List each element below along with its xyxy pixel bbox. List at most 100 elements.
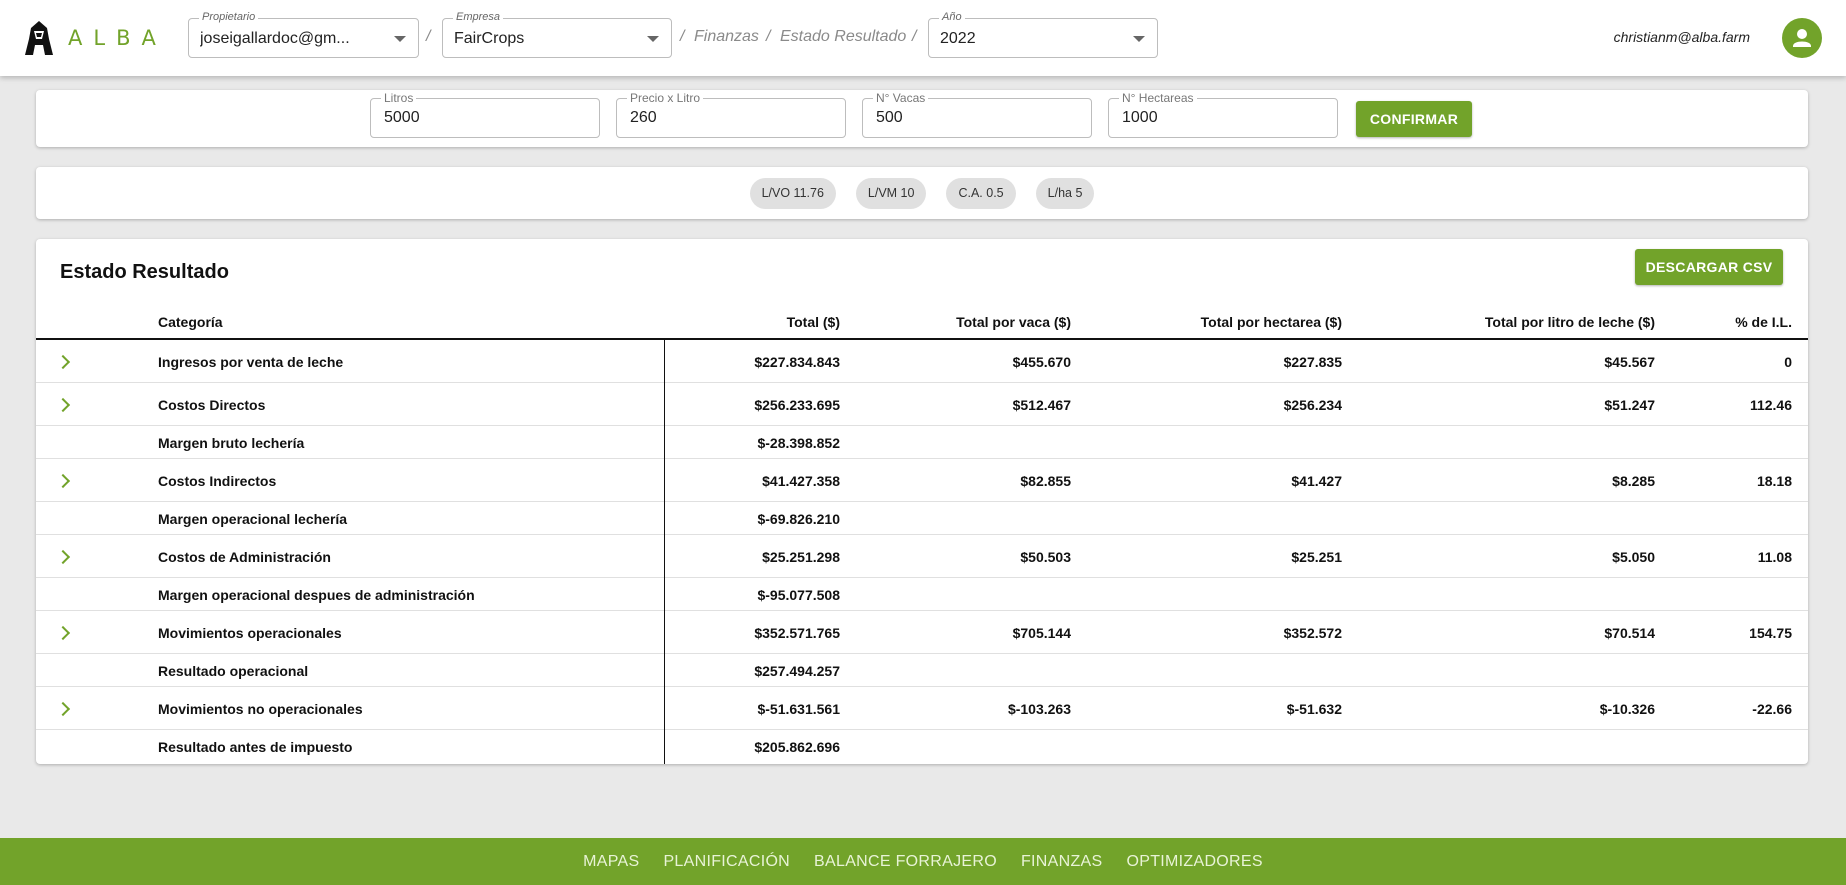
cows-label: N° Vacas xyxy=(873,91,929,105)
column-header-total-por-vaca[interactable]: Total por vaca ($) xyxy=(956,314,1071,330)
company-select-value: FairCrops xyxy=(454,30,525,47)
row-category: Movimientos no operacionales xyxy=(158,701,363,717)
row-per-cow: $50.503 xyxy=(1020,549,1071,565)
alba-logo[interactable]: ALBA xyxy=(22,18,167,58)
row-per-liter: $-10.326 xyxy=(1599,701,1655,717)
income-statement-card: Estado Resultado DESCARGAR CSV Categoría… xyxy=(36,239,1808,764)
liters-field[interactable]: Litros 5000 xyxy=(370,91,600,138)
row-category: Resultado operacional xyxy=(158,663,309,679)
year-select[interactable]: Año 2022 xyxy=(928,11,1158,58)
expand-chevron-icon[interactable] xyxy=(55,549,71,565)
row-category: Margen bruto lechería xyxy=(158,435,305,451)
row-pct: 112.46 xyxy=(1749,397,1792,413)
breadcrumb-estado-resultado[interactable]: Estado Resultado xyxy=(780,28,906,46)
row-per-hectare: $41.427 xyxy=(1291,473,1342,489)
price-per-liter-value: 260 xyxy=(630,109,657,126)
chevron-down-icon xyxy=(394,36,406,42)
year-select-value: 2022 xyxy=(940,30,976,47)
alba-logo-icon xyxy=(25,21,53,55)
row-category: Movimientos operacionales xyxy=(158,625,342,641)
user-email: christianm@alba.farm xyxy=(1613,29,1750,45)
row-per-cow: $82.855 xyxy=(1020,473,1071,489)
indicator-chip: L/VM 10 xyxy=(855,177,927,209)
row-per-cow: $705.144 xyxy=(1012,625,1071,641)
table-row[interactable]: Costos de Administración $25.251.298 $50… xyxy=(36,535,1808,578)
row-per-liter: $70.514 xyxy=(1604,625,1655,641)
owner-select-value: joseigallardoc@gm... xyxy=(200,30,350,47)
row-per-cow: $455.670 xyxy=(1012,354,1071,370)
row-total: $205.862.696 xyxy=(754,739,840,755)
row-pct: 11.08 xyxy=(1757,549,1792,565)
breadcrumb-finanzas[interactable]: Finanzas xyxy=(694,28,759,46)
row-total: $-28.398.852 xyxy=(757,435,840,451)
user-icon xyxy=(1793,29,1811,47)
row-per-liter: $51.247 xyxy=(1604,397,1655,413)
nav-finanzas[interactable]: FINANZAS xyxy=(1021,853,1103,871)
indicator-chip: C.A. 0.5 xyxy=(946,177,1016,209)
hectares-label: N° Hectareas xyxy=(1119,91,1197,105)
owner-select[interactable]: Propietario joseigallardoc@gm... xyxy=(188,11,419,58)
table-row[interactable]: Costos Directos $256.233.695 $512.467 $2… xyxy=(36,383,1808,426)
company-select[interactable]: Empresa FairCrops xyxy=(442,11,672,58)
year-select-label: Año xyxy=(939,11,965,23)
column-header-pct-il[interactable]: % de I.L. xyxy=(1735,314,1792,330)
table-row: Margen bruto lechería $-28.398.852 xyxy=(36,426,1808,459)
row-total: $-51.631.561 xyxy=(757,701,840,717)
table-row: Margen operacional despues de administra… xyxy=(36,578,1808,611)
expand-chevron-icon[interactable] xyxy=(55,701,71,717)
table-row: Resultado operacional $257.494.257 xyxy=(36,654,1808,687)
row-per-hectare: $352.572 xyxy=(1283,625,1342,641)
row-per-liter: $45.567 xyxy=(1604,354,1655,370)
column-header-total-por-hectarea[interactable]: Total por hectarea ($) xyxy=(1201,314,1342,330)
expand-chevron-icon[interactable] xyxy=(55,625,71,641)
row-category: Costos Indirectos xyxy=(158,473,277,489)
row-category: Margen operacional despues de administra… xyxy=(158,587,475,603)
table-row[interactable]: Movimientos no operacionales $-51.631.56… xyxy=(36,687,1808,730)
confirm-button[interactable]: CONFIRMAR xyxy=(1356,101,1472,137)
liters-label: Litros xyxy=(381,91,417,105)
table-header: Categoría Total ($) Total por vaca ($) T… xyxy=(36,304,1808,340)
column-header-categoria[interactable]: Categoría xyxy=(158,314,223,330)
price-per-liter-field[interactable]: Precio x Litro 260 xyxy=(616,91,846,138)
price-per-liter-label: Precio x Litro xyxy=(627,91,704,105)
download-csv-button[interactable]: DESCARGAR CSV xyxy=(1635,249,1783,285)
breadcrumb-separator: / xyxy=(426,28,431,45)
row-per-liter: $5.050 xyxy=(1612,549,1655,565)
row-total: $-95.077.508 xyxy=(757,587,840,603)
hectares-value: 1000 xyxy=(1122,109,1158,126)
row-total: $41.427.358 xyxy=(762,473,840,489)
avatar[interactable] xyxy=(1782,18,1822,58)
bottom-navigation: MAPAS PLANIFICACIÓN BALANCE FORRAJERO FI… xyxy=(0,838,1846,885)
row-total: $352.571.765 xyxy=(754,625,840,641)
nav-balance-forrajero[interactable]: BALANCE FORRAJERO xyxy=(814,853,997,871)
table-row[interactable]: Ingresos por venta de leche $227.834.843… xyxy=(36,340,1808,383)
row-total: $256.233.695 xyxy=(754,397,840,413)
row-per-cow: $-103.263 xyxy=(1007,701,1071,717)
table-row[interactable]: Costos Indirectos $41.427.358 $82.855 $4… xyxy=(36,459,1808,502)
row-pct: 154.75 xyxy=(1749,625,1792,641)
column-header-total-por-litro[interactable]: Total por litro de leche ($) xyxy=(1485,314,1655,330)
hectares-field[interactable]: N° Hectareas 1000 xyxy=(1108,91,1338,138)
table-row: Resultado antes de impuesto $205.862.696 xyxy=(36,730,1808,764)
expand-chevron-icon[interactable] xyxy=(55,397,71,413)
expand-chevron-icon[interactable] xyxy=(55,473,71,489)
nav-planificacion[interactable]: PLANIFICACIÓN xyxy=(663,853,790,871)
indicator-chip: L/VO 11.76 xyxy=(749,177,836,209)
row-pct: 0 xyxy=(1784,354,1792,370)
row-category: Ingresos por venta de leche xyxy=(158,354,344,370)
row-total: $25.251.298 xyxy=(762,549,840,565)
row-per-hectare: $-51.632 xyxy=(1286,701,1342,717)
row-total: $-69.826.210 xyxy=(757,511,840,527)
nav-mapas[interactable]: MAPAS xyxy=(583,853,639,871)
expand-chevron-icon[interactable] xyxy=(55,354,71,370)
nav-optimizadores[interactable]: OPTIMIZADORES xyxy=(1127,853,1263,871)
row-per-hectare: $256.234 xyxy=(1283,397,1342,413)
table-row[interactable]: Movimientos operacionales $352.571.765 $… xyxy=(36,611,1808,654)
row-category: Resultado antes de impuesto xyxy=(158,739,353,755)
top-app-bar: ALBA Propietario joseigallardoc@gm... / … xyxy=(0,0,1846,76)
cows-field[interactable]: N° Vacas 500 xyxy=(862,91,1092,138)
chevron-down-icon xyxy=(1133,36,1145,42)
indicators-card: L/VO 11.76 L/VM 10 C.A. 0.5 L/ha 5 xyxy=(36,167,1808,219)
cows-value: 500 xyxy=(876,109,903,126)
column-header-total[interactable]: Total ($) xyxy=(787,314,840,330)
